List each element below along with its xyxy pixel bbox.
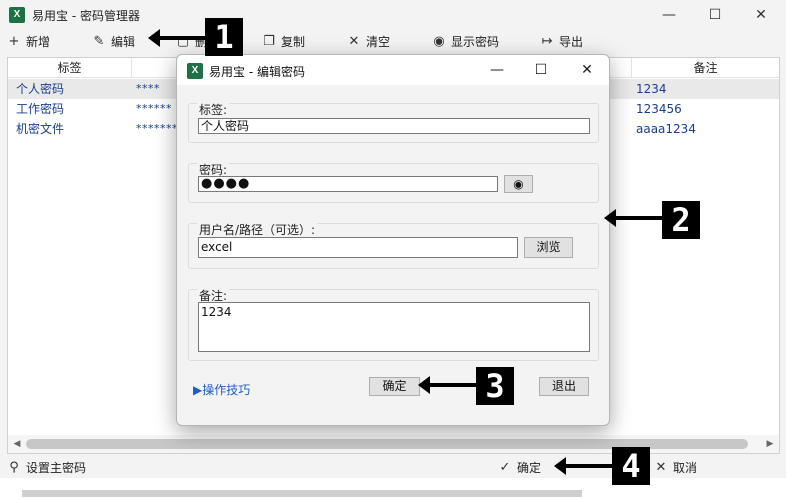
clear-button-label: 清空 [366, 34, 391, 49]
check-icon: ✓ [499, 459, 511, 475]
row-note: 123456 [636, 102, 682, 116]
scroll-left-icon[interactable]: ◀ [8, 435, 26, 453]
row-password: **** [136, 82, 160, 95]
background-scrollbar [22, 490, 582, 497]
export-button-label: 导出 [559, 34, 584, 49]
export-arrow-icon: ↦ [541, 33, 553, 49]
column-header-note[interactable]: 备注 [632, 58, 779, 78]
add-button[interactable]: + 新增 [7, 30, 50, 52]
dialog-maximize-button[interactable]: ☐ [519, 55, 563, 85]
label-input[interactable]: 个人密码 [198, 118, 590, 134]
x-icon: ✕ [655, 459, 667, 475]
callout-2: 2 [662, 201, 700, 239]
maximize-button[interactable]: ☐ [692, 0, 738, 30]
row-label: 机密文件 [16, 122, 65, 136]
path-input[interactable]: excel [198, 237, 518, 258]
row-note: 1234 [636, 82, 667, 96]
scroll-right-icon[interactable]: ▶ [761, 435, 779, 453]
show-password-label: 显示密码 [451, 34, 500, 49]
main-toolbar: + 新增 ✎ 编辑 ▢ 删除 ❐ 复制 ✕ 清空 ◉ 显示密码 ↦ 导出 [0, 30, 786, 52]
tips-link[interactable]: ▶操作技巧 [193, 381, 250, 398]
copy-icon: ❐ [263, 33, 275, 49]
clear-button[interactable]: ✕ 清空 [347, 30, 390, 52]
label-group-title: 标签: [197, 101, 230, 118]
excel-app-icon: X [9, 7, 25, 23]
label-group: 标签: 个人密码 [188, 101, 599, 143]
main-bottom-bar: ⚲ 设置主密码 ✓ 确定 ✕ 取消 [0, 456, 786, 478]
add-button-label: 新增 [26, 34, 51, 49]
callout-1: 1 [205, 18, 243, 56]
pencil-icon: ✎ [93, 33, 105, 49]
set-master-password-label: 设置主密码 [26, 460, 87, 475]
callout-arrow-1 [148, 29, 206, 47]
main-cancel-button[interactable]: ✕ 取消 [654, 456, 697, 478]
dialog-exit-button[interactable]: 退出 [539, 377, 589, 396]
row-note: aaaa1234 [636, 122, 696, 136]
row-label: 工作密码 [16, 102, 65, 116]
path-group-title: 用户名/路径（可选）: [197, 221, 318, 238]
export-button[interactable]: ↦ 导出 [540, 30, 583, 52]
callout-4: 4 [612, 447, 650, 485]
eye-icon: ◉ [513, 177, 524, 191]
copy-button[interactable]: ❐ 复制 [262, 30, 305, 52]
edit-password-dialog: X 易用宝 - 编辑密码 — ☐ ✕ 标签: 个人密码 密码: ●●●● ◉ 用… [176, 54, 610, 426]
note-group: 备注: 1234 [188, 287, 599, 361]
background-strip [0, 478, 786, 499]
callout-3: 3 [476, 367, 514, 405]
callout-arrow-4 [554, 457, 614, 475]
callout-arrow-2 [604, 209, 664, 227]
minimize-button[interactable]: — [646, 0, 692, 30]
main-window-title: 易用宝 - 密码管理器 [32, 9, 140, 23]
row-label: 个人密码 [16, 82, 65, 96]
dialog-ok-button[interactable]: 确定 [369, 377, 420, 396]
set-master-password-button[interactable]: ⚲ 设置主密码 [7, 456, 86, 478]
close-button[interactable]: ✕ [738, 0, 784, 30]
show-password-button[interactable]: ◉ 显示密码 [432, 30, 499, 52]
toggle-password-visibility-button[interactable]: ◉ [504, 175, 533, 193]
main-cancel-label: 取消 [673, 460, 698, 475]
dialog-title: 易用宝 - 编辑密码 [209, 65, 305, 79]
column-header-label[interactable]: 标签 [8, 58, 132, 78]
dialog-close-button[interactable]: ✕ [565, 55, 609, 85]
eye-icon: ◉ [433, 33, 445, 49]
callout-arrow-3 [418, 376, 478, 394]
plus-icon: + [8, 33, 20, 49]
path-group: 用户名/路径（可选）: excel 浏览 [188, 221, 599, 269]
password-input[interactable]: ●●●● [198, 176, 498, 192]
copy-button-label: 复制 [281, 34, 306, 49]
excel-app-icon: X [187, 63, 203, 79]
main-titlebar: X 易用宝 - 密码管理器 — ☐ ✕ [0, 0, 786, 30]
dialog-titlebar: X 易用宝 - 编辑密码 — ☐ ✕ [177, 55, 609, 85]
x-icon: ✕ [348, 33, 360, 49]
edit-button-label: 编辑 [111, 34, 136, 49]
dialog-minimize-button[interactable]: — [475, 55, 519, 85]
row-password: ****** [136, 102, 172, 115]
password-group: 密码: ●●●● ◉ [188, 161, 599, 203]
browse-button[interactable]: 浏览 [524, 237, 573, 258]
horizontal-scrollbar[interactable]: ◀ ▶ [8, 435, 779, 453]
key-search-icon: ⚲ [9, 459, 19, 475]
main-ok-button[interactable]: ✓ 确定 [498, 456, 541, 478]
edit-button[interactable]: ✎ 编辑 [92, 30, 135, 52]
main-ok-label: 确定 [517, 460, 542, 475]
note-textarea[interactable]: 1234 [198, 302, 590, 352]
